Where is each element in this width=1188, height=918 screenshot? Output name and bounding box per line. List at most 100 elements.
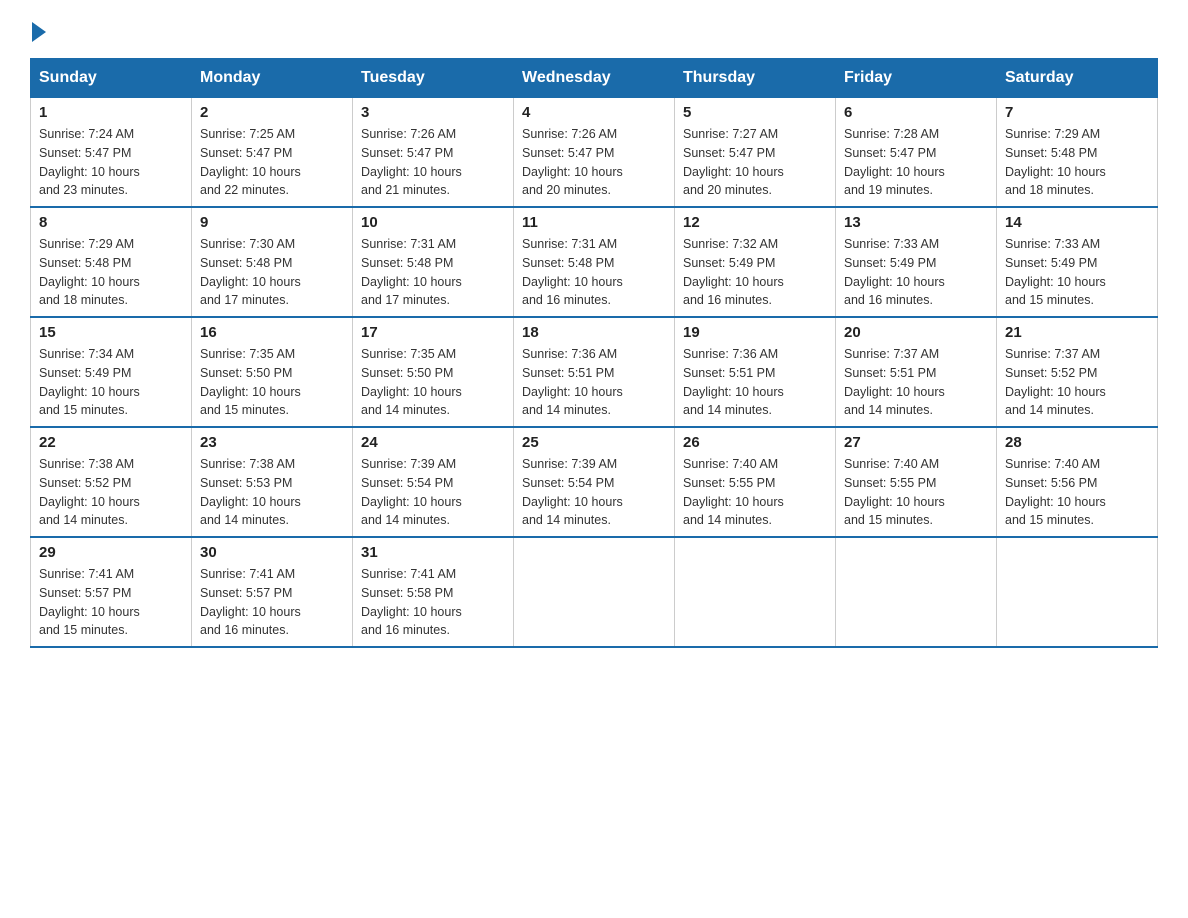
day-info: Sunrise: 7:31 AM Sunset: 5:48 PM Dayligh…: [361, 235, 505, 310]
day-number: 11: [522, 214, 666, 231]
calendar-cell: 1 Sunrise: 7:24 AM Sunset: 5:47 PM Dayli…: [31, 98, 192, 208]
day-number: 4: [522, 104, 666, 121]
day-info: Sunrise: 7:33 AM Sunset: 5:49 PM Dayligh…: [844, 235, 988, 310]
day-info: Sunrise: 7:40 AM Sunset: 5:56 PM Dayligh…: [1005, 455, 1149, 530]
calendar-header-sunday: Sunday: [31, 59, 192, 98]
week-row-4: 22 Sunrise: 7:38 AM Sunset: 5:52 PM Dayl…: [31, 427, 1158, 537]
day-number: 23: [200, 434, 344, 451]
day-info: Sunrise: 7:39 AM Sunset: 5:54 PM Dayligh…: [361, 455, 505, 530]
day-info: Sunrise: 7:30 AM Sunset: 5:48 PM Dayligh…: [200, 235, 344, 310]
calendar-cell: 13 Sunrise: 7:33 AM Sunset: 5:49 PM Dayl…: [836, 207, 997, 317]
day-number: 13: [844, 214, 988, 231]
day-number: 8: [39, 214, 183, 231]
day-number: 22: [39, 434, 183, 451]
day-number: 30: [200, 544, 344, 561]
day-number: 9: [200, 214, 344, 231]
day-info: Sunrise: 7:35 AM Sunset: 5:50 PM Dayligh…: [361, 345, 505, 420]
day-number: 6: [844, 104, 988, 121]
calendar-cell: 8 Sunrise: 7:29 AM Sunset: 5:48 PM Dayli…: [31, 207, 192, 317]
day-info: Sunrise: 7:26 AM Sunset: 5:47 PM Dayligh…: [361, 125, 505, 200]
day-info: Sunrise: 7:34 AM Sunset: 5:49 PM Dayligh…: [39, 345, 183, 420]
day-info: Sunrise: 7:31 AM Sunset: 5:48 PM Dayligh…: [522, 235, 666, 310]
day-info: Sunrise: 7:40 AM Sunset: 5:55 PM Dayligh…: [683, 455, 827, 530]
day-info: Sunrise: 7:38 AM Sunset: 5:53 PM Dayligh…: [200, 455, 344, 530]
calendar-cell: 3 Sunrise: 7:26 AM Sunset: 5:47 PM Dayli…: [353, 98, 514, 208]
calendar-cell: 16 Sunrise: 7:35 AM Sunset: 5:50 PM Dayl…: [192, 317, 353, 427]
calendar-cell: 23 Sunrise: 7:38 AM Sunset: 5:53 PM Dayl…: [192, 427, 353, 537]
calendar-cell: 5 Sunrise: 7:27 AM Sunset: 5:47 PM Dayli…: [675, 98, 836, 208]
calendar-header-row: SundayMondayTuesdayWednesdayThursdayFrid…: [31, 59, 1158, 98]
day-number: 18: [522, 324, 666, 341]
calendar-cell: 4 Sunrise: 7:26 AM Sunset: 5:47 PM Dayli…: [514, 98, 675, 208]
calendar-cell: [836, 537, 997, 647]
calendar-cell: 7 Sunrise: 7:29 AM Sunset: 5:48 PM Dayli…: [997, 98, 1158, 208]
calendar-header-friday: Friday: [836, 59, 997, 98]
day-info: Sunrise: 7:36 AM Sunset: 5:51 PM Dayligh…: [522, 345, 666, 420]
week-row-1: 1 Sunrise: 7:24 AM Sunset: 5:47 PM Dayli…: [31, 98, 1158, 208]
calendar-header-thursday: Thursday: [675, 59, 836, 98]
calendar-cell: [514, 537, 675, 647]
day-number: 25: [522, 434, 666, 451]
day-info: Sunrise: 7:35 AM Sunset: 5:50 PM Dayligh…: [200, 345, 344, 420]
calendar-cell: 29 Sunrise: 7:41 AM Sunset: 5:57 PM Dayl…: [31, 537, 192, 647]
logo: [30, 20, 46, 38]
calendar-cell: 2 Sunrise: 7:25 AM Sunset: 5:47 PM Dayli…: [192, 98, 353, 208]
day-info: Sunrise: 7:27 AM Sunset: 5:47 PM Dayligh…: [683, 125, 827, 200]
calendar-cell: 19 Sunrise: 7:36 AM Sunset: 5:51 PM Dayl…: [675, 317, 836, 427]
day-number: 2: [200, 104, 344, 121]
day-number: 14: [1005, 214, 1149, 231]
week-row-5: 29 Sunrise: 7:41 AM Sunset: 5:57 PM Dayl…: [31, 537, 1158, 647]
calendar-cell: 20 Sunrise: 7:37 AM Sunset: 5:51 PM Dayl…: [836, 317, 997, 427]
day-info: Sunrise: 7:41 AM Sunset: 5:57 PM Dayligh…: [200, 565, 344, 640]
day-number: 31: [361, 544, 505, 561]
day-number: 27: [844, 434, 988, 451]
week-row-3: 15 Sunrise: 7:34 AM Sunset: 5:49 PM Dayl…: [31, 317, 1158, 427]
calendar-cell: 12 Sunrise: 7:32 AM Sunset: 5:49 PM Dayl…: [675, 207, 836, 317]
day-info: Sunrise: 7:38 AM Sunset: 5:52 PM Dayligh…: [39, 455, 183, 530]
calendar-cell: 25 Sunrise: 7:39 AM Sunset: 5:54 PM Dayl…: [514, 427, 675, 537]
calendar-cell: 21 Sunrise: 7:37 AM Sunset: 5:52 PM Dayl…: [997, 317, 1158, 427]
calendar-cell: 6 Sunrise: 7:28 AM Sunset: 5:47 PM Dayli…: [836, 98, 997, 208]
day-number: 26: [683, 434, 827, 451]
day-info: Sunrise: 7:26 AM Sunset: 5:47 PM Dayligh…: [522, 125, 666, 200]
day-info: Sunrise: 7:29 AM Sunset: 5:48 PM Dayligh…: [39, 235, 183, 310]
day-number: 17: [361, 324, 505, 341]
week-row-2: 8 Sunrise: 7:29 AM Sunset: 5:48 PM Dayli…: [31, 207, 1158, 317]
day-number: 7: [1005, 104, 1149, 121]
page-header: [30, 20, 1158, 38]
day-info: Sunrise: 7:24 AM Sunset: 5:47 PM Dayligh…: [39, 125, 183, 200]
calendar-cell: 18 Sunrise: 7:36 AM Sunset: 5:51 PM Dayl…: [514, 317, 675, 427]
calendar-table: SundayMondayTuesdayWednesdayThursdayFrid…: [30, 58, 1158, 648]
calendar-header-tuesday: Tuesday: [353, 59, 514, 98]
calendar-cell: 31 Sunrise: 7:41 AM Sunset: 5:58 PM Dayl…: [353, 537, 514, 647]
calendar-header-monday: Monday: [192, 59, 353, 98]
calendar-cell: 26 Sunrise: 7:40 AM Sunset: 5:55 PM Dayl…: [675, 427, 836, 537]
day-number: 28: [1005, 434, 1149, 451]
day-number: 21: [1005, 324, 1149, 341]
calendar-cell: 11 Sunrise: 7:31 AM Sunset: 5:48 PM Dayl…: [514, 207, 675, 317]
day-number: 15: [39, 324, 183, 341]
calendar-cell: 14 Sunrise: 7:33 AM Sunset: 5:49 PM Dayl…: [997, 207, 1158, 317]
calendar-cell: 10 Sunrise: 7:31 AM Sunset: 5:48 PM Dayl…: [353, 207, 514, 317]
day-info: Sunrise: 7:41 AM Sunset: 5:57 PM Dayligh…: [39, 565, 183, 640]
day-number: 16: [200, 324, 344, 341]
calendar-cell: 9 Sunrise: 7:30 AM Sunset: 5:48 PM Dayli…: [192, 207, 353, 317]
calendar-cell: 15 Sunrise: 7:34 AM Sunset: 5:49 PM Dayl…: [31, 317, 192, 427]
day-info: Sunrise: 7:37 AM Sunset: 5:52 PM Dayligh…: [1005, 345, 1149, 420]
calendar-cell: 27 Sunrise: 7:40 AM Sunset: 5:55 PM Dayl…: [836, 427, 997, 537]
day-info: Sunrise: 7:32 AM Sunset: 5:49 PM Dayligh…: [683, 235, 827, 310]
day-number: 29: [39, 544, 183, 561]
day-info: Sunrise: 7:40 AM Sunset: 5:55 PM Dayligh…: [844, 455, 988, 530]
day-info: Sunrise: 7:37 AM Sunset: 5:51 PM Dayligh…: [844, 345, 988, 420]
calendar-cell: [997, 537, 1158, 647]
logo-arrow-icon: [32, 22, 46, 42]
day-info: Sunrise: 7:29 AM Sunset: 5:48 PM Dayligh…: [1005, 125, 1149, 200]
day-number: 24: [361, 434, 505, 451]
calendar-cell: 17 Sunrise: 7:35 AM Sunset: 5:50 PM Dayl…: [353, 317, 514, 427]
calendar-cell: 30 Sunrise: 7:41 AM Sunset: 5:57 PM Dayl…: [192, 537, 353, 647]
day-number: 10: [361, 214, 505, 231]
calendar-cell: [675, 537, 836, 647]
day-number: 5: [683, 104, 827, 121]
day-number: 20: [844, 324, 988, 341]
calendar-cell: 22 Sunrise: 7:38 AM Sunset: 5:52 PM Dayl…: [31, 427, 192, 537]
